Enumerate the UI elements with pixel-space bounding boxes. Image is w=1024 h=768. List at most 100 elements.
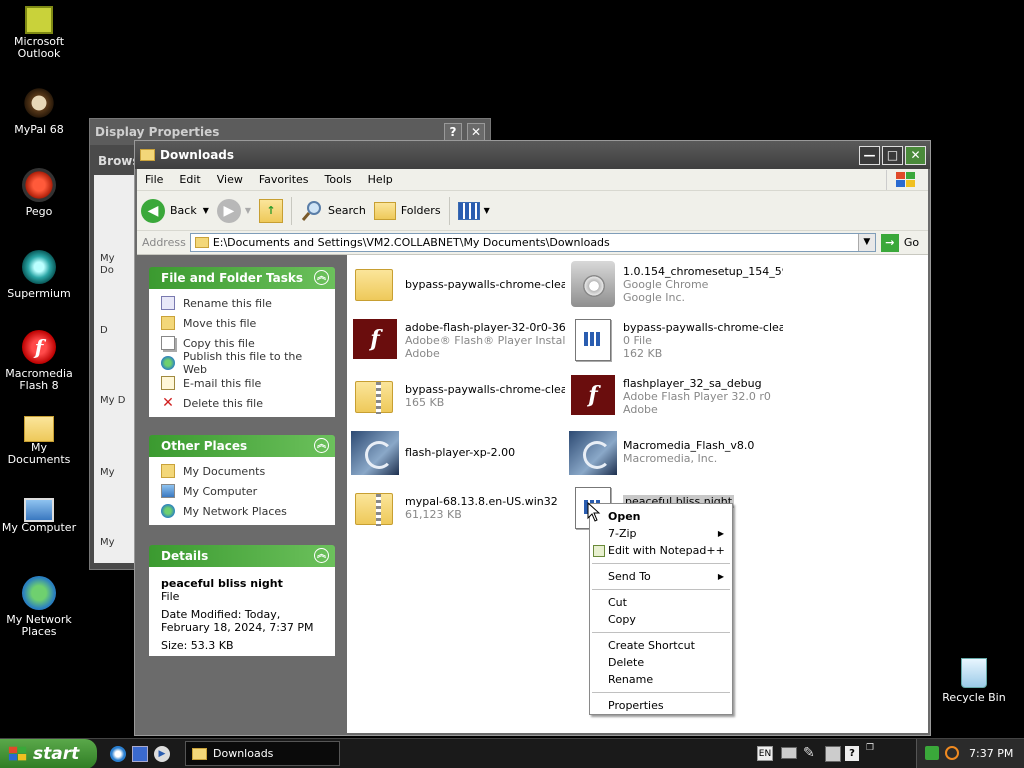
file-name: flash-player-xp-2.00 bbox=[405, 445, 516, 459]
panel-header[interactable]: File and Folder Tasks ︽ bbox=[149, 267, 335, 289]
menu-view[interactable]: View bbox=[209, 173, 251, 186]
desktop-icon-my-computer[interactable]: My Computer bbox=[0, 494, 78, 534]
copy-icon bbox=[161, 336, 175, 350]
task-delete[interactable]: ✕ Delete this file bbox=[161, 393, 329, 413]
address-input[interactable]: E:\Documents and Settings\VM2.COLLABNET\… bbox=[189, 233, 876, 252]
search-button[interactable]: Search bbox=[296, 195, 370, 227]
file-name: 1.0.154_chromesetup_154_59 bbox=[623, 264, 783, 278]
file-subtitle: Adobe bbox=[623, 402, 658, 416]
network-tray-icon[interactable] bbox=[925, 746, 939, 760]
help-icon[interactable]: ? bbox=[845, 746, 859, 761]
menu-help[interactable]: Help bbox=[360, 173, 401, 186]
menu-item-delete[interactable]: Delete bbox=[590, 654, 732, 671]
desktop-icon-recycle-bin[interactable]: Recycle Bin bbox=[935, 658, 1013, 704]
desktop-icon-supermium[interactable]: Supermium bbox=[0, 250, 78, 300]
desktop-icon-mypal[interactable]: MyPal 68 bbox=[0, 86, 78, 136]
outlook-express-icon[interactable] bbox=[132, 746, 148, 762]
keyboard-icon[interactable] bbox=[781, 747, 797, 759]
task-publish[interactable]: Publish this file to the Web bbox=[161, 350, 329, 376]
minimize-button[interactable]: — bbox=[859, 146, 880, 165]
task-label: Move this file bbox=[183, 316, 257, 330]
desktop-icon-pego[interactable]: Pego bbox=[0, 168, 78, 218]
views-button[interactable]: ▼ bbox=[454, 195, 494, 227]
file-item[interactable]: bypass-paywalls-chrome-clea... 165 KB bbox=[351, 373, 565, 419]
file-item[interactable]: Macromedia_Flash_v8.0 Macromedia, Inc. bbox=[569, 429, 754, 475]
submenu-arrow-icon: ▶ bbox=[717, 529, 724, 538]
chevron-down-icon[interactable]: ▼ bbox=[484, 206, 490, 215]
desktop-icon-outlook[interactable]: Microsoft Outlook bbox=[0, 4, 78, 60]
collapse-icon[interactable]: ︽ bbox=[314, 548, 329, 563]
file-item[interactable]: flash-player-xp-2.00 bbox=[351, 429, 515, 475]
menu-item-edit-notepad[interactable]: Edit with Notepad++ bbox=[590, 542, 732, 559]
toolbar-separator bbox=[448, 196, 450, 225]
task-rename[interactable]: Rename this file bbox=[161, 293, 329, 313]
forward-button[interactable]: ▶ ▼ bbox=[213, 195, 255, 227]
menu-item-rename[interactable]: Rename bbox=[590, 671, 732, 688]
up-folder-button[interactable]: ↑ bbox=[255, 195, 287, 227]
place-my-documents[interactable]: My Documents bbox=[161, 461, 329, 481]
file-item[interactable]: bypass-paywalls-chrome-clea... bbox=[351, 261, 565, 307]
go-button[interactable]: → Go bbox=[880, 233, 920, 252]
menu-edit[interactable]: Edit bbox=[171, 173, 208, 186]
file-subtitle: 162 KB bbox=[623, 346, 663, 360]
flash-icon: f bbox=[22, 330, 56, 364]
downloads-window[interactable]: Downloads — □ ✕ File Edit View Favorites… bbox=[134, 140, 931, 736]
help-button[interactable]: ? bbox=[444, 123, 462, 141]
menu-item-create-shortcut[interactable]: Create Shortcut bbox=[590, 637, 732, 654]
file-item[interactable]: 1.0.154_chromesetup_154_59 Google Chrome G… bbox=[569, 261, 783, 307]
chevron-down-icon[interactable]: ▼ bbox=[203, 206, 209, 215]
folders-icon bbox=[373, 201, 396, 220]
desktop-icon-my-documents[interactable]: My Documents bbox=[0, 412, 78, 466]
file-item[interactable]: f flashplayer_32_sa_debug Adobe Flash Pla… bbox=[569, 373, 771, 419]
close-button[interactable]: ✕ bbox=[905, 146, 926, 165]
menu-item-send-to[interactable]: Send To ▶ bbox=[590, 568, 732, 585]
go-label: Go bbox=[903, 236, 920, 249]
title-bar[interactable]: Downloads bbox=[135, 141, 930, 169]
place-my-computer[interactable]: My Computer bbox=[161, 481, 329, 501]
menu-item-cut[interactable]: Cut bbox=[590, 594, 732, 611]
menu-item-copy[interactable]: Copy bbox=[590, 611, 732, 628]
restore-icon[interactable]: ❐ bbox=[866, 743, 878, 753]
menu-item-open[interactable]: Open bbox=[590, 508, 732, 525]
menu-separator bbox=[592, 632, 730, 633]
language-bar-icon[interactable] bbox=[825, 746, 841, 762]
taskbar: start ▶ Downloads EN ✎ ? ❐ 7:37 PM bbox=[0, 738, 1024, 768]
start-button[interactable]: start bbox=[0, 739, 97, 768]
panel-header[interactable]: Details ︽ bbox=[149, 545, 335, 567]
collapse-icon[interactable]: ︽ bbox=[314, 438, 329, 453]
desktop-icon-flash8[interactable]: f Macromedia Flash 8 bbox=[0, 330, 78, 392]
panel-title: File and Folder Tasks bbox=[161, 271, 304, 285]
collapse-icon[interactable]: ︽ bbox=[314, 270, 329, 285]
close-button[interactable]: ✕ bbox=[467, 123, 485, 141]
menu-tools[interactable]: Tools bbox=[317, 173, 360, 186]
clock[interactable]: 7:37 PM bbox=[969, 747, 1013, 760]
file-item[interactable]: bypass-paywalls-chrome-clea... 0 File 162 … bbox=[569, 317, 783, 363]
desktop-icon-network[interactable]: My Network Places bbox=[0, 576, 78, 638]
task-email[interactable]: E-mail this file bbox=[161, 373, 329, 393]
menu-separator bbox=[592, 589, 730, 590]
desktop-icon-label: My Documents bbox=[7, 441, 71, 466]
menu-item-7zip[interactable]: 7-Zip ▶ bbox=[590, 525, 732, 542]
menu-item-properties[interactable]: Properties bbox=[590, 697, 732, 714]
maximize-button[interactable]: □ bbox=[882, 146, 903, 165]
back-button[interactable]: ◀ Back ▼ bbox=[137, 195, 213, 227]
internet-explorer-icon[interactable] bbox=[110, 746, 126, 762]
menu-separator bbox=[592, 563, 730, 564]
menu-file[interactable]: File bbox=[137, 173, 171, 186]
task-move[interactable]: Move this file bbox=[161, 313, 329, 333]
file-item[interactable]: mypal-68.13.8.en-US.win32 61,123 KB bbox=[351, 485, 558, 531]
language-indicator[interactable]: EN bbox=[757, 746, 773, 761]
media-player-icon[interactable]: ▶ bbox=[154, 746, 170, 762]
taskbar-item-downloads[interactable]: Downloads bbox=[185, 741, 340, 766]
place-network[interactable]: My Network Places bbox=[161, 501, 329, 521]
publish-web-icon bbox=[161, 356, 175, 370]
task-label: Rename this file bbox=[183, 296, 272, 310]
search-tray-icon[interactable] bbox=[945, 746, 959, 760]
address-dropdown[interactable]: ▼ bbox=[857, 234, 875, 251]
folders-button[interactable]: Folders bbox=[370, 195, 445, 227]
menu-favorites[interactable]: Favorites bbox=[251, 173, 317, 186]
file-subtitle: 165 KB bbox=[405, 396, 445, 409]
file-item[interactable]: f adobe-flash-player-32-0r0-36... Adobe® … bbox=[351, 317, 565, 363]
pen-icon[interactable]: ✎ bbox=[803, 745, 819, 761]
panel-header[interactable]: Other Places ︽ bbox=[149, 435, 335, 457]
